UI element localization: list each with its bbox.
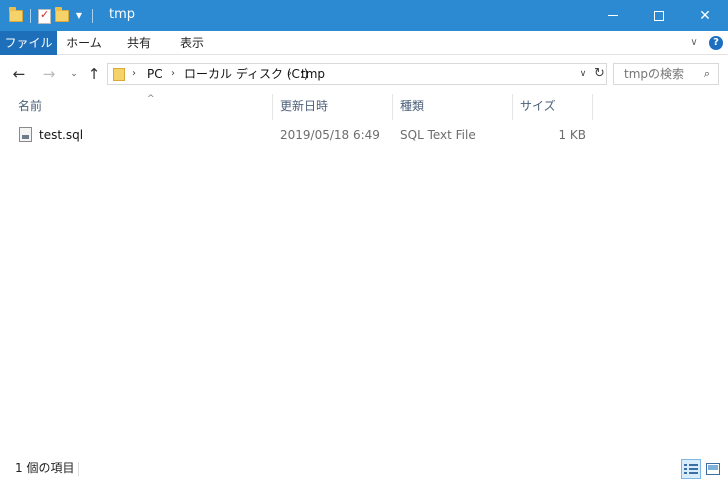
details-view-icon [684, 464, 698, 474]
column-header-name[interactable]: ^ 名前 [11, 94, 273, 120]
recent-locations-chevron-icon[interactable]: ⌄ [64, 64, 84, 84]
file-size: 1 KB [558, 128, 586, 142]
quick-access-toolbar: ▼ [9, 6, 96, 26]
properties-icon[interactable] [38, 8, 51, 24]
tab-file[interactable]: ファイル [0, 31, 57, 55]
maximize-button[interactable] [636, 0, 682, 31]
refresh-icon[interactable]: ↻ [592, 64, 607, 84]
item-count: 1 個の項目 [15, 461, 75, 475]
tab-home[interactable]: ホーム [60, 31, 108, 55]
column-header-type[interactable]: 種類 [393, 94, 513, 120]
up-arrow-icon[interactable]: ↑ [84, 64, 104, 84]
folder-icon[interactable] [9, 7, 23, 22]
ribbon-tabs: ファイル ホーム 共有 表示 ∨ ? [0, 31, 728, 55]
sql-file-icon [19, 127, 32, 142]
address-dropdown-chevron-icon[interactable]: ∨ [576, 64, 590, 84]
file-row[interactable]: test.sql 2019/05/18 6:49 SQL Text File 1… [11, 124, 593, 146]
large-icons-view-icon [706, 463, 720, 475]
column-header-size[interactable]: サイズ [513, 94, 593, 120]
toolbar-divider [30, 9, 31, 23]
search-box[interactable]: ⌕ [613, 63, 719, 85]
column-header-row: ^ 名前 更新日時 種類 サイズ [0, 94, 728, 120]
maximize-icon [654, 10, 664, 21]
sort-ascending-icon: ^ [147, 94, 155, 104]
navigation-bar: ← → ⌄ ↑ › PC › ローカル ディスク (C:) › tmp ∨ ↻ … [0, 56, 728, 92]
back-arrow-icon[interactable]: ← [9, 64, 29, 84]
breadcrumb-tmp[interactable]: tmp [301, 64, 325, 84]
forward-arrow-icon[interactable]: → [39, 64, 59, 84]
tab-share[interactable]: 共有 [114, 31, 164, 55]
search-icon[interactable]: ⌕ [700, 64, 714, 84]
folder-icon [113, 68, 125, 81]
toolbar-divider [92, 9, 93, 23]
close-button[interactable]: ✕ [682, 0, 728, 31]
new-folder-icon[interactable] [55, 7, 69, 22]
expand-ribbon-chevron-icon[interactable]: ∨ [687, 35, 701, 51]
breadcrumb-separator-icon[interactable]: › [171, 64, 175, 84]
title-bar: ▼ tmp ✕ [0, 0, 728, 31]
details-view-button[interactable] [681, 459, 701, 479]
window-title: tmp [109, 7, 136, 22]
close-icon: ✕ [699, 7, 711, 24]
breadcrumb-separator-icon[interactable]: › [288, 64, 292, 84]
tab-view[interactable]: 表示 [166, 31, 218, 55]
minimize-icon [608, 15, 618, 16]
breadcrumb-pc[interactable]: PC [147, 64, 163, 84]
file-name: test.sql [39, 128, 84, 142]
file-modified: 2019/05/18 6:49 [280, 128, 380, 142]
column-header-date[interactable]: 更新日時 [273, 94, 393, 120]
large-icons-view-button[interactable] [703, 459, 723, 479]
minimize-button[interactable] [590, 0, 636, 31]
address-bar[interactable]: › PC › ローカル ディスク (C:) › tmp ∨ ↻ [107, 63, 607, 85]
customize-toolbar-dropdown-icon[interactable]: ▼ [73, 9, 85, 23]
column-header-name-label: 名前 [18, 99, 43, 113]
status-bar: 1 個の項目 [0, 458, 728, 481]
status-divider [78, 462, 79, 476]
file-type: SQL Text File [400, 128, 476, 142]
help-icon[interactable]: ? [709, 36, 723, 50]
breadcrumb-separator-icon[interactable]: › [132, 64, 136, 84]
search-input[interactable] [624, 64, 704, 84]
